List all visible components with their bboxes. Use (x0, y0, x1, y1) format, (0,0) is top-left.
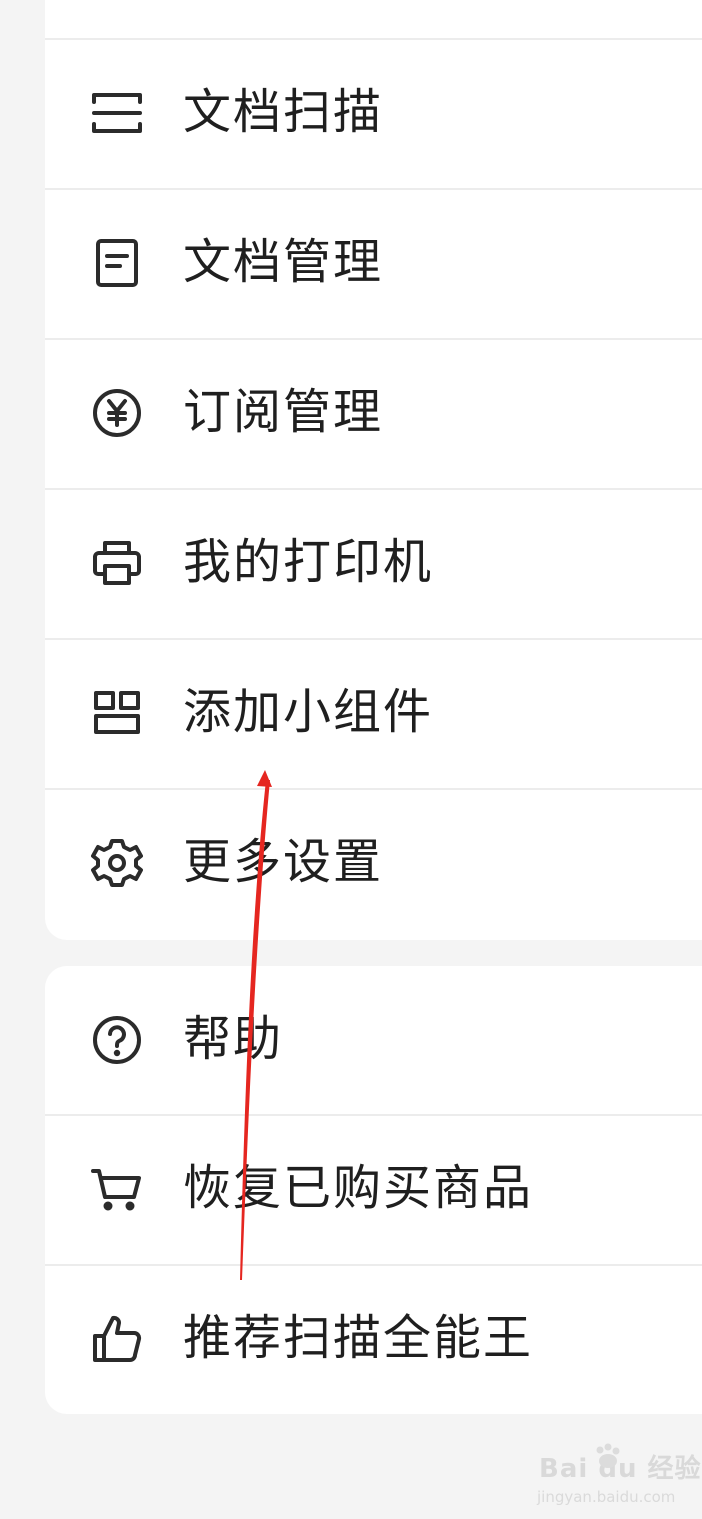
yen-coin-icon (90, 386, 144, 440)
menu-item-more-settings[interactable]: 更多设置 (45, 788, 702, 936)
menu-item-previous-partial[interactable] (45, 0, 702, 38)
menu-item-restore-purchases[interactable]: 恢复已购买商品 (45, 1114, 702, 1262)
menu-card-secondary: 帮助 恢复已购买商品 推荐扫描全能王 (45, 966, 702, 1414)
menu-item-add-widget[interactable]: 添加小组件 (45, 638, 702, 786)
menu-item-label: 帮助 (183, 1010, 284, 1067)
menu-item-label: 我的打印机 (183, 533, 434, 590)
menu-item-my-printer[interactable]: 我的打印机 (45, 488, 702, 636)
gear-icon (90, 836, 144, 890)
menu-item-label: 文档管理 (183, 233, 384, 290)
menu-item-help[interactable]: 帮助 (45, 966, 702, 1114)
menu-item-subscription[interactable]: 订阅管理 (45, 338, 702, 486)
document-icon (90, 236, 144, 290)
menu-item-document-scan[interactable]: 文档扫描 (45, 38, 702, 186)
menu-item-label: 恢复已购买商品 (183, 1159, 534, 1216)
watermark-url: jingyan.baidu.com (537, 1488, 676, 1506)
cart-icon (90, 1162, 144, 1216)
menu-item-label: 订阅管理 (183, 383, 384, 440)
menu-card-main: 文档扫描 文档管理 订阅管理 我的打印机 添加小组件 更多设置 (45, 0, 702, 940)
menu-item-label: 推荐扫描全能王 (183, 1309, 534, 1366)
paw-icon (596, 1443, 620, 1468)
menu-item-label: 文档扫描 (183, 83, 384, 140)
menu-item-label: 更多设置 (183, 833, 384, 890)
printer-icon (90, 536, 144, 590)
menu-item-label: 添加小组件 (183, 683, 434, 740)
thumbs-up-icon (90, 1312, 144, 1366)
menu-item-recommend-app[interactable]: 推荐扫描全能王 (45, 1264, 702, 1412)
help-icon (90, 1013, 144, 1067)
widget-icon (90, 686, 144, 740)
scan-icon (90, 86, 144, 140)
watermark: Bai du 经验 jingyan.baidu.com (535, 1442, 701, 1512)
menu-item-document-manage[interactable]: 文档管理 (45, 188, 702, 336)
